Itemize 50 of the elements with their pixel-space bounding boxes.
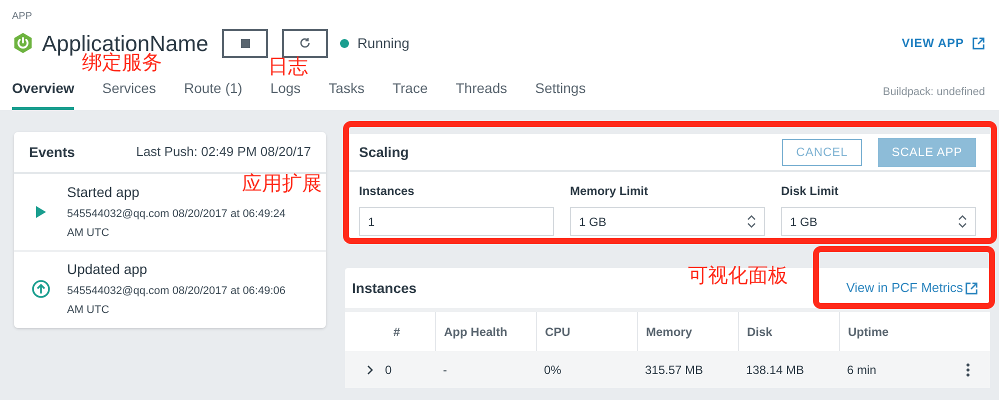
tab[interactable]: Route (1) [184,78,242,110]
annotation-text: 可视化面板 [688,264,788,289]
stop-button[interactable] [222,28,268,58]
expand-chevron-icon[interactable] [367,364,373,374]
tab[interactable]: Logs [270,78,301,110]
instances-title: Instances [352,278,417,298]
refresh-icon [299,37,312,49]
play-icon [36,206,46,218]
chevron-updown-icon [747,215,756,228]
upload-icon [32,280,50,298]
event-title: Started app [67,182,140,202]
stop-icon [240,38,250,48]
annotation-text: 应用扩展 [242,172,322,197]
status-text: Running [357,34,410,53]
tab[interactable]: Threads [456,78,508,110]
buildpack-text: Buildpack: undefined [882,84,985,100]
table-cell-text: - [443,362,447,378]
table-cell-text: 315.57 MB [645,362,704,378]
scaling-title: Scaling [359,142,409,162]
power-icon [12,32,34,54]
column-header: # [392,324,401,340]
app-label: APP [12,10,34,24]
event-title: Updated app [67,260,148,279]
input-field[interactable]: 1 [359,207,554,236]
tab[interactable]: Settings [535,78,586,110]
more-icon[interactable] [966,362,970,376]
pcf-metrics-link[interactable]: View in PCF Metrics [846,278,978,298]
table-cell-text: 0% [544,362,562,378]
tab[interactable]: Trace [392,78,428,110]
field-label: Disk Limit [781,183,840,200]
tab[interactable]: Services [102,78,156,110]
events-title: Events [29,142,75,162]
annotation-text: 日志 [268,55,308,80]
select-field[interactable]: 1 GB [781,207,976,236]
field-label: Instances [359,183,416,200]
last-push-text: Last Push: 02:49 PM 08/20/17 [136,143,311,162]
table-cell-text: 0 [385,362,392,378]
table-cell-text: 138.14 MB [746,362,804,378]
event-detail: 545544032@qq.com 08/20/2017 at 06:49:24 AM UTC [67,206,287,240]
field-label: Memory Limit [570,183,650,200]
external-link-icon [972,36,985,50]
view-app-link[interactable]: VIEW APP [902,34,985,52]
event-detail: 545544032@qq.com 08/20/2017 at 06:49:06 AM UTC [67,284,287,318]
table-cell-text: 6 min [847,362,876,378]
restart-button[interactable] [282,28,328,58]
external-link-icon [965,282,978,294]
tab[interactable]: Tasks [328,78,364,110]
chevron-updown-icon [958,215,967,228]
tab[interactable]: Overview [12,78,74,110]
select-field[interactable]: 1 GB [570,207,765,236]
